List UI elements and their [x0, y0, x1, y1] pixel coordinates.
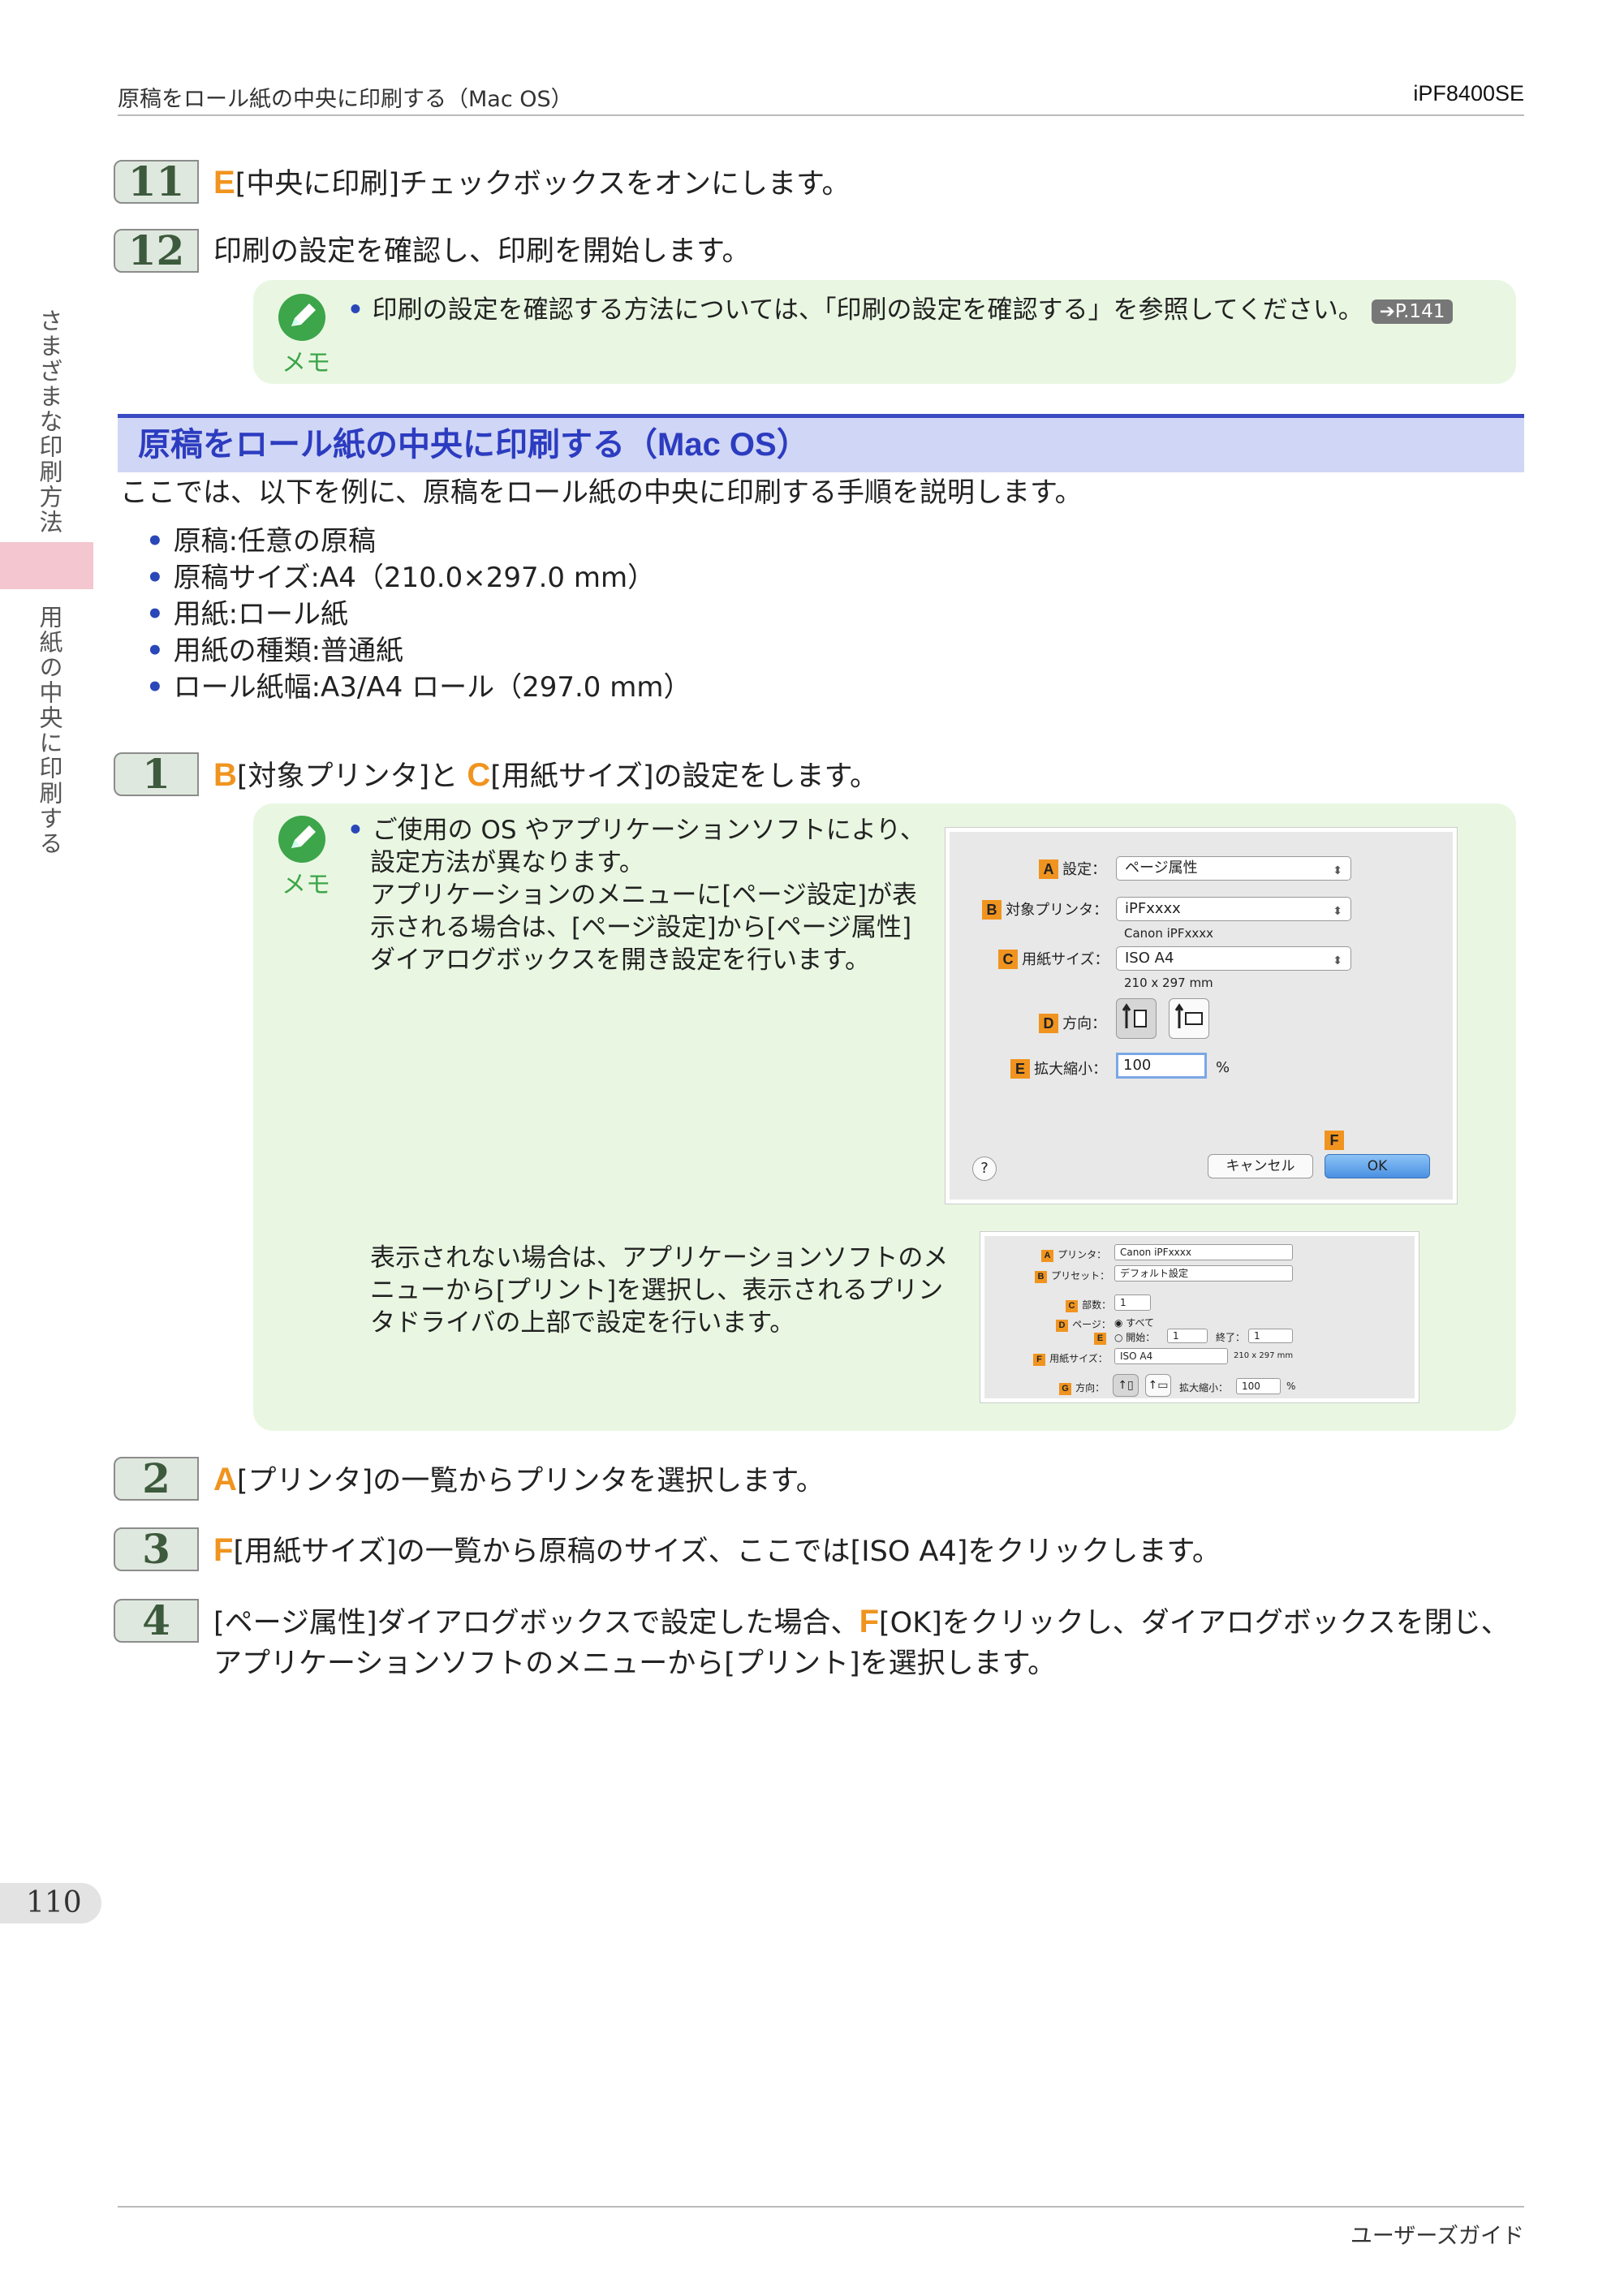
- paper-size-popup[interactable]: ISO A4: [1114, 1348, 1228, 1364]
- side-tab-methods[interactable]: さまざまな印刷方法: [32, 308, 67, 535]
- scale-unit: %: [1286, 1381, 1296, 1392]
- memo-body: 印刷の設定を確認する方法については、「印刷の設定を確認する」を参照してください。: [372, 295, 1363, 325]
- paper-row: F 用紙サイズ：: [1033, 1350, 1108, 1366]
- scale-label: 拡大縮小：: [1179, 1382, 1229, 1394]
- step-number: 11: [114, 160, 199, 204]
- memo-label: メモ: [282, 871, 330, 899]
- memo-label: メモ: [282, 349, 330, 377]
- range-row: E: [1094, 1329, 1106, 1345]
- printer-popup[interactable]: iPFxxxx ⬍: [1116, 897, 1351, 921]
- step-text: B[対象プリンタ]と C[用紙サイズ]の設定をします。: [213, 757, 878, 793]
- step-text: A[プリンタ]の一覧からプリンタを選択します。: [213, 1462, 825, 1497]
- page-reference-link[interactable]: ➔P.141: [1371, 299, 1454, 324]
- callout-f: F: [1325, 1131, 1344, 1150]
- step-number: 12: [114, 229, 199, 273]
- preset-popup[interactable]: デフォルト設定: [1114, 1265, 1293, 1282]
- scale-label: 拡大縮小：: [1034, 1061, 1108, 1078]
- paper-label: 用紙サイズ：: [1022, 951, 1109, 968]
- step-text: 印刷の設定を確認し、印刷を開始します。: [213, 235, 751, 268]
- callout-c: C: [998, 950, 1018, 969]
- memo-text-2: アプリケーションのメニューに[ページ設定]が表示される場合は、[ページ設定]から…: [370, 881, 917, 975]
- section-title: 原稿をロール紙の中央に印刷する（Mac OS）: [138, 427, 809, 463]
- header-model: iPF8400SE: [1413, 81, 1524, 106]
- step-key: E: [213, 165, 235, 200]
- pencil-icon: [278, 294, 325, 341]
- footer-rule: [118, 2206, 1524, 2208]
- printer-popup[interactable]: Canon iPFxxxx: [1114, 1244, 1293, 1260]
- setting-row: A 設定：: [1039, 858, 1106, 879]
- side-tab-center[interactable]: 用紙の中央に印刷する: [32, 605, 67, 856]
- to-label: 終了：: [1216, 1332, 1246, 1343]
- example-list: • 原稿:任意の原稿 • 原稿サイズ:A4（210.0×297.0 mm） • …: [146, 523, 691, 706]
- list-item: • 用紙の種類:普通紙: [146, 635, 404, 667]
- copies-row: C 部数：: [1066, 1296, 1111, 1312]
- copies-input[interactable]: 1: [1114, 1294, 1151, 1311]
- printer-sub: Canon iPFxxxx: [1124, 926, 1213, 941]
- scale-row: E 拡大縮小：: [1010, 1058, 1107, 1079]
- orientation-row: G 方向：: [1059, 1379, 1105, 1395]
- step-key: F: [859, 1604, 879, 1639]
- step-number: 2: [114, 1457, 199, 1501]
- section-intro: ここでは、以下を例に、原稿をロール紙の中央に印刷する手順を説明します。: [120, 476, 1083, 509]
- orientation-label: 方向：: [1062, 1015, 1107, 1032]
- ok-button[interactable]: OK: [1325, 1154, 1430, 1178]
- paper-sub: 210 x 297 mm: [1234, 1351, 1294, 1360]
- pages-all-radio[interactable]: ◉ すべて: [1114, 1316, 1154, 1329]
- callout-a: A: [1039, 859, 1058, 879]
- setting-popup[interactable]: ページ属性 ⬍: [1116, 856, 1351, 881]
- portrait-orientation-icon[interactable]: [1116, 998, 1157, 1039]
- paper-sub: 210 x 297 mm: [1124, 976, 1213, 990]
- setting-label: 設定：: [1062, 861, 1107, 878]
- to-input[interactable]: 1: [1248, 1329, 1293, 1343]
- scale-input[interactable]: 100: [1236, 1378, 1281, 1394]
- cancel-button[interactable]: キャンセル: [1208, 1154, 1313, 1178]
- callout-e: E: [1010, 1059, 1030, 1079]
- step-text: [ページ属性]ダイアログボックスで設定した場合、F[OK]をクリックし、ダイアロ…: [213, 1604, 1510, 1680]
- side-tab-marker: [0, 542, 93, 589]
- portrait-orientation-icon[interactable]: ↑▯: [1113, 1374, 1139, 1397]
- callout-d: D: [1039, 1014, 1058, 1033]
- step-key: B: [213, 757, 237, 793]
- printer-row: B 対象プリンタ：: [982, 898, 1108, 920]
- page-attributes-dialog: A 設定： ページ属性 ⬍ B 対象プリンタ： iPFxxxx ⬍ Canon iP…: [946, 828, 1457, 1204]
- header-rule: [118, 114, 1524, 116]
- memo-text: • 印刷の設定を確認する方法については、「印刷の設定を確認する」を参照してくださ…: [347, 294, 1454, 326]
- step-number: 4: [114, 1599, 199, 1643]
- preset-row: B プリセット：: [1035, 1267, 1109, 1283]
- list-item: • 原稿:任意の原稿: [146, 525, 377, 558]
- header-title: 原稿をロール紙の中央に印刷する（Mac OS）: [118, 87, 573, 112]
- landscape-orientation-icon[interactable]: [1169, 998, 1209, 1039]
- print-dialog: A プリンタ： Canon iPFxxxx B プリセット： デフォルト設定 C…: [980, 1232, 1419, 1402]
- printer-label: 対象プリンタ：: [1006, 902, 1109, 919]
- pages-range-radio[interactable]: ○ 開始：: [1114, 1330, 1155, 1344]
- paper-row: C 用紙サイズ：: [998, 948, 1109, 969]
- step-text: E[中央に印刷]チェックボックスをオンにします。: [213, 162, 850, 205]
- step-text-body: [中央に印刷]チェックボックスをオンにします。: [235, 168, 851, 200]
- scale-input[interactable]: 100: [1116, 1053, 1207, 1079]
- page-number: 110: [0, 1883, 101, 1923]
- step-key: F: [213, 1532, 234, 1568]
- list-item: • 原稿サイズ:A4（210.0×297.0 mm）: [146, 562, 656, 594]
- orientation-row: D 方向：: [1039, 1012, 1106, 1033]
- step-number: 1: [114, 752, 199, 796]
- step-number: 3: [114, 1527, 199, 1571]
- pencil-icon: [278, 816, 325, 863]
- callout-b: B: [982, 900, 1002, 920]
- list-item: • 用紙:ロール紙: [146, 598, 349, 631]
- memo-text: • ご使用の OS やアプリケーションソフトにより、設定方法が異なります。 アプ…: [347, 814, 932, 976]
- help-icon[interactable]: ?: [972, 1157, 997, 1181]
- from-input[interactable]: 1: [1167, 1329, 1208, 1343]
- step-text: F[用紙サイズ]の一覧から原稿のサイズ、ここでは[ISO A4]をクリックします…: [213, 1532, 1221, 1568]
- step-key: C: [467, 757, 491, 793]
- list-item: • ロール紙幅:A3/A4 ロール（297.0 mm）: [146, 671, 691, 704]
- scale-unit: %: [1216, 1059, 1230, 1076]
- footer-guide: ユーザーズガイド: [1350, 2224, 1524, 2249]
- paper-size-popup[interactable]: ISO A4 ⬍: [1116, 946, 1351, 971]
- landscape-orientation-icon[interactable]: ↑▭: [1145, 1374, 1171, 1397]
- memo-text-3: 表示されない場合は、アプリケーションソフトのメニューから[プリント]を選択し、表…: [370, 1243, 949, 1338]
- printer-row: A プリンタ：: [1041, 1246, 1106, 1262]
- step-key: A: [213, 1462, 237, 1497]
